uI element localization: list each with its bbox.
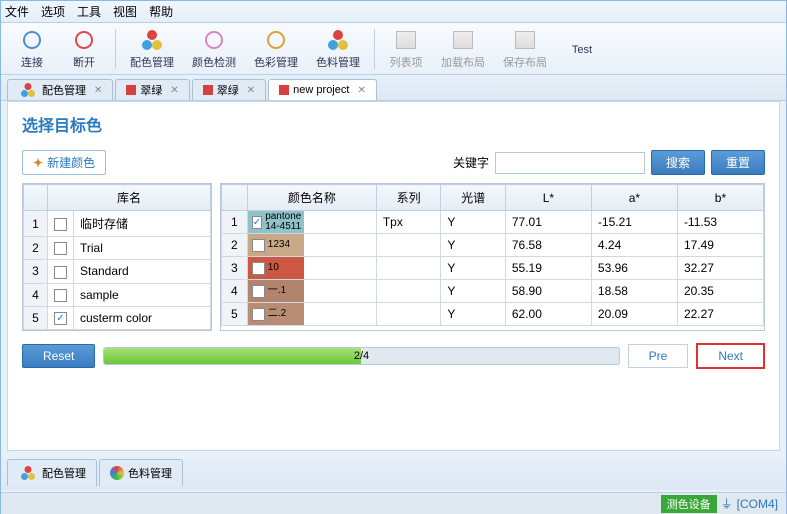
- progress-bar: 2/4: [103, 347, 619, 365]
- plus-icon: ✦: [33, 156, 43, 170]
- library-table: 库名 1临时存储2Trial3Standard4sample5custerm c…: [22, 183, 212, 331]
- color-match-mgmt-button[interactable]: 配色管理: [122, 26, 182, 72]
- colorant-mgmt-button[interactable]: 色料管理: [308, 26, 368, 72]
- list-items-icon: [394, 28, 418, 52]
- content-panel: 选择目标色 ✦ 新建颜色 关键字 搜索 重置 库名 1临时存储2Trial3St…: [7, 101, 780, 451]
- load-layout-icon: [451, 28, 475, 52]
- checkbox[interactable]: [252, 216, 262, 229]
- test-button[interactable]: Test: [557, 40, 607, 58]
- tab-3[interactable]: new project✕: [268, 79, 377, 100]
- library-row[interactable]: 2Trial: [24, 237, 211, 260]
- menu-视图[interactable]: 视图: [113, 3, 137, 20]
- port-label: [COM4]: [737, 497, 778, 511]
- device-status: 测色设备: [661, 495, 717, 513]
- tabstrip: 配色管理✕翠绿✕翠绿✕new project✕: [1, 75, 786, 101]
- checkbox[interactable]: [252, 239, 265, 252]
- next-button[interactable]: Next: [696, 343, 765, 369]
- connect-icon: [20, 28, 44, 52]
- checkbox[interactable]: [252, 285, 265, 298]
- library-row[interactable]: 1临时存储: [24, 211, 211, 237]
- reset-button[interactable]: Reset: [22, 344, 95, 368]
- color-match-mgmt-icon: [140, 28, 164, 52]
- color-table: 颜色名称系列光谱L*a*b* 1pantone 14-4511TpxY77.01…: [220, 183, 765, 331]
- color-row[interactable]: 5二.2Y62.0020.0922.27: [222, 303, 764, 326]
- tab-1[interactable]: 翠绿✕: [115, 79, 189, 100]
- close-icon[interactable]: ✕: [247, 85, 255, 96]
- menu-文件[interactable]: 文件: [5, 3, 29, 20]
- color-mgmt-button[interactable]: 色彩管理: [246, 26, 306, 72]
- close-icon[interactable]: ✕: [170, 85, 178, 96]
- save-layout-icon: [513, 28, 537, 52]
- save-layout-button[interactable]: 保存布局: [495, 26, 555, 72]
- library-row[interactable]: 3Standard: [24, 260, 211, 283]
- library-row[interactable]: 4sample: [24, 283, 211, 306]
- checkbox[interactable]: [54, 289, 67, 302]
- color-detect-button[interactable]: 颜色检测: [184, 26, 244, 72]
- keyword-input[interactable]: [495, 152, 645, 174]
- close-icon[interactable]: ✕: [94, 85, 102, 96]
- color-row[interactable]: 1pantone 14-4511TpxY77.01-15.21-11.53: [222, 211, 764, 234]
- bottom-tab-1[interactable]: 色料管理: [99, 459, 183, 486]
- checkbox[interactable]: [54, 312, 67, 325]
- toolbar: 连接断开配色管理颜色检测色彩管理色料管理列表项加载布局保存布局Test: [1, 23, 786, 75]
- checkbox[interactable]: [54, 242, 67, 255]
- checkbox[interactable]: [252, 308, 265, 321]
- checkbox[interactable]: [252, 262, 265, 275]
- disconnect-icon: [72, 28, 96, 52]
- color-row[interactable]: 310Y55.1953.9632.27: [222, 257, 764, 280]
- search-button[interactable]: 搜索: [651, 150, 705, 175]
- close-icon[interactable]: ✕: [357, 85, 365, 96]
- pre-button[interactable]: Pre: [628, 344, 689, 368]
- checkbox[interactable]: [54, 218, 67, 231]
- usb-icon: ⏚: [721, 495, 733, 512]
- library-row[interactable]: 5custerm color: [24, 306, 211, 329]
- menu-选项[interactable]: 选项: [41, 3, 65, 20]
- menubar: 文件选项工具视图帮助: [1, 1, 786, 23]
- status-bar: 测色设备 ⏚ [COM4]: [1, 492, 786, 514]
- color-row[interactable]: 4一.1Y58.9018.5820.35: [222, 280, 764, 303]
- new-color-button[interactable]: ✦ 新建颜色: [22, 150, 106, 175]
- bottom-tabstrip: 配色管理色料管理: [1, 455, 786, 490]
- color-detect-icon: [202, 28, 226, 52]
- list-items-button[interactable]: 列表项: [381, 26, 431, 72]
- reset-search-button[interactable]: 重置: [711, 150, 765, 175]
- color-mgmt-icon: [264, 28, 288, 52]
- color-row[interactable]: 21234Y76.584.2417.49: [222, 234, 764, 257]
- menu-工具[interactable]: 工具: [77, 3, 101, 20]
- connect-button[interactable]: 连接: [7, 26, 57, 72]
- tab-0[interactable]: 配色管理✕: [7, 79, 113, 100]
- checkbox[interactable]: [54, 266, 67, 279]
- keyword-label: 关键字: [453, 154, 489, 171]
- page-title: 选择目标色: [22, 112, 765, 136]
- load-layout-button[interactable]: 加载布局: [433, 26, 493, 72]
- disconnect-button[interactable]: 断开: [59, 26, 109, 72]
- tab-2[interactable]: 翠绿✕: [192, 79, 266, 100]
- menu-帮助[interactable]: 帮助: [149, 3, 173, 20]
- colorant-mgmt-icon: [326, 28, 350, 52]
- bottom-tab-0[interactable]: 配色管理: [7, 459, 97, 486]
